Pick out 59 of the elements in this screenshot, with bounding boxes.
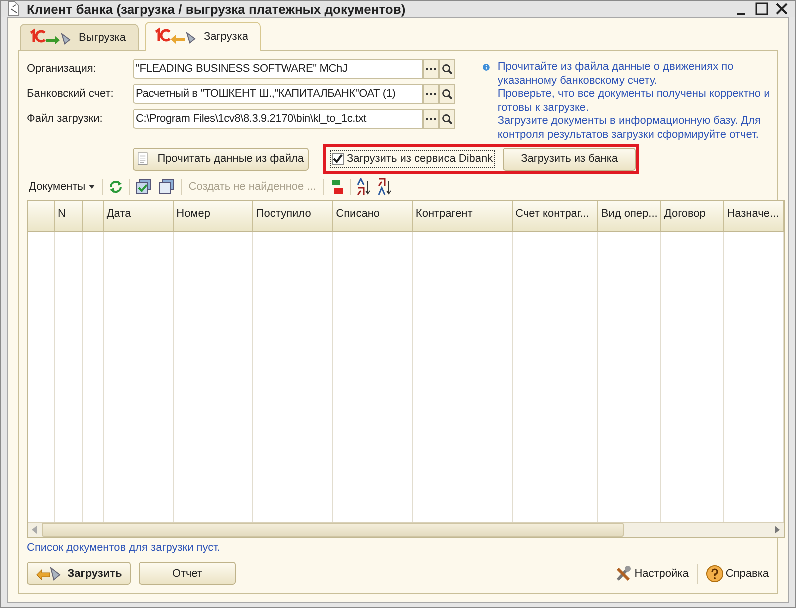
logo-arrow-icon [29,28,73,48]
read-file-button[interactable]: Прочитать данные из файла [133,148,309,170]
check-copies-icon[interactable] [134,179,153,195]
ellipsis-icon [426,118,436,120]
search-icon [442,88,452,100]
logo-arrow-icon [154,27,198,47]
load-button[interactable]: Загрузить [27,562,131,585]
close-icon[interactable] [775,2,789,16]
column-header[interactable]: Вид опер... [598,201,662,231]
documents-menu[interactable]: Документы [27,181,97,193]
column-header[interactable]: Номер [174,201,254,231]
help-link[interactable]: Справка [706,564,769,582]
sort-descending-icon[interactable] [377,178,394,196]
search-icon [442,114,452,124]
input-field[interactable]: "FLEADING BUSINESS SOFTWARE" MChJ [133,59,423,79]
select-button[interactable] [423,84,439,104]
column-header[interactable]: Поступило [253,201,334,231]
field-label: Банковский счет: [27,88,115,100]
select-button[interactable] [423,109,439,129]
column-header[interactable]: Списано [333,201,413,231]
input-field[interactable]: C:\Program Files\1cv8\8.3.9.2170\bin\kl_to_1c.txt [133,109,423,129]
column-header[interactable]: Договор [661,201,724,231]
bank-load-button[interactable]: Загрузить из банка [503,148,636,170]
tools-icon [614,564,633,582]
help-icon [706,564,724,582]
field-label: Организация: [27,63,98,75]
column-header[interactable]: Дата [104,201,174,231]
horizontal-scrollbar[interactable] [28,522,784,537]
dibank-checkbox[interactable]: Загрузить из сервиса Dibank [330,150,496,168]
select-button[interactable] [423,59,439,79]
sort-ascending-icon[interactable] [356,178,372,196]
report-button[interactable]: Отчет [139,562,236,585]
info-text: Прочитайте из файла данные о движениях по указанному банковскому счету. Проверьте, что все документы получены корректно и готовы к загрузке. Загрузите документы в информационную базу. Для контроля результатов загрузки сформируйте отчет. [498,61,772,142]
search-button[interactable] [439,59,455,79]
caret-icon [88,185,95,190]
column-header[interactable]: Контрагент [412,201,513,231]
field-label: Файл загрузки: [27,113,104,125]
ellipsis-icon [426,68,436,70]
status-text: Список документов для загрузки пуст. [27,542,222,554]
refresh-icon[interactable] [108,179,124,195]
column-header[interactable]: Счет контраг... [512,201,598,231]
document-icon [138,150,148,168]
ellipsis-icon [426,92,436,96]
checkbox[interactable] [332,153,344,165]
copies-icon[interactable] [158,179,176,195]
input-field[interactable]: Расчетный в "ТОШКЕНТ Ш.,"КАПИТАЛБАНК"ОАТ (1) [133,84,423,104]
tab[interactable]: Выгрузка [20,24,139,50]
maximize-icon[interactable] [755,2,769,16]
tab[interactable]: Загрузка [144,22,262,51]
info-icon [483,61,490,74]
search-button[interactable] [439,109,455,129]
debit-credit-icon[interactable] [329,178,346,196]
settings-link[interactable]: Настройка [614,564,689,582]
search-icon [442,64,452,74]
arrow-dish-icon [36,564,62,582]
column-header[interactable]: N [54,201,83,231]
window-title: Клиент банка (загрузка / выгрузка платежных документов) [27,2,406,16]
search-button[interactable] [439,84,455,104]
column-header[interactable]: Назначе... [724,201,784,231]
